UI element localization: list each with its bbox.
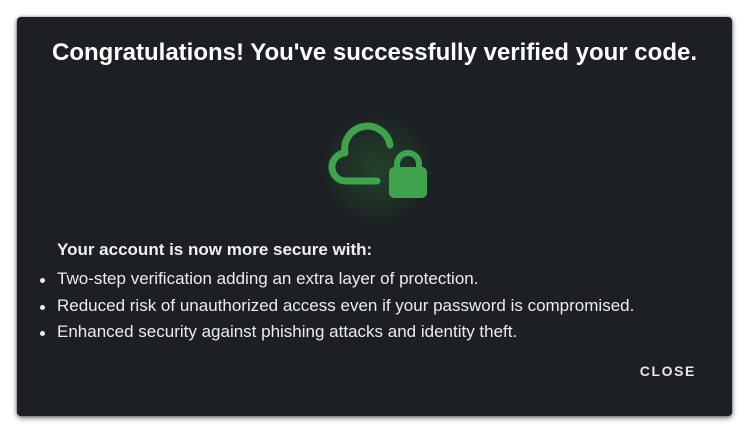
benefit-text: Reduced risk of unauthorized access even… [57, 295, 635, 315]
bullet-icon [40, 278, 45, 283]
benefits-list: Two-step verification adding an extra la… [40, 266, 635, 346]
benefit-item: Two-step verification adding an extra la… [40, 266, 634, 293]
benefit-text: Two-step verification adding an extra la… [57, 269, 479, 288]
benefit-text: Enhanced security against phishing attac… [57, 322, 518, 341]
dialog-title: Congratulations! You've successfully ver… [52, 39, 697, 66]
bullet-icon [40, 304, 45, 310]
benefit-item: Reduced risk of unauthorized access even… [40, 293, 635, 320]
secure-heading: Your account is now more secure with: [57, 240, 373, 259]
bullet-icon [40, 331, 45, 336]
close-button[interactable]: CLOSE [630, 357, 706, 385]
cloud-lock-icon [317, 109, 437, 229]
verification-success-dialog: Congratulations! You've successfully ver… [17, 17, 732, 416]
benefit-item: Enhanced security against phishing attac… [40, 319, 634, 346]
